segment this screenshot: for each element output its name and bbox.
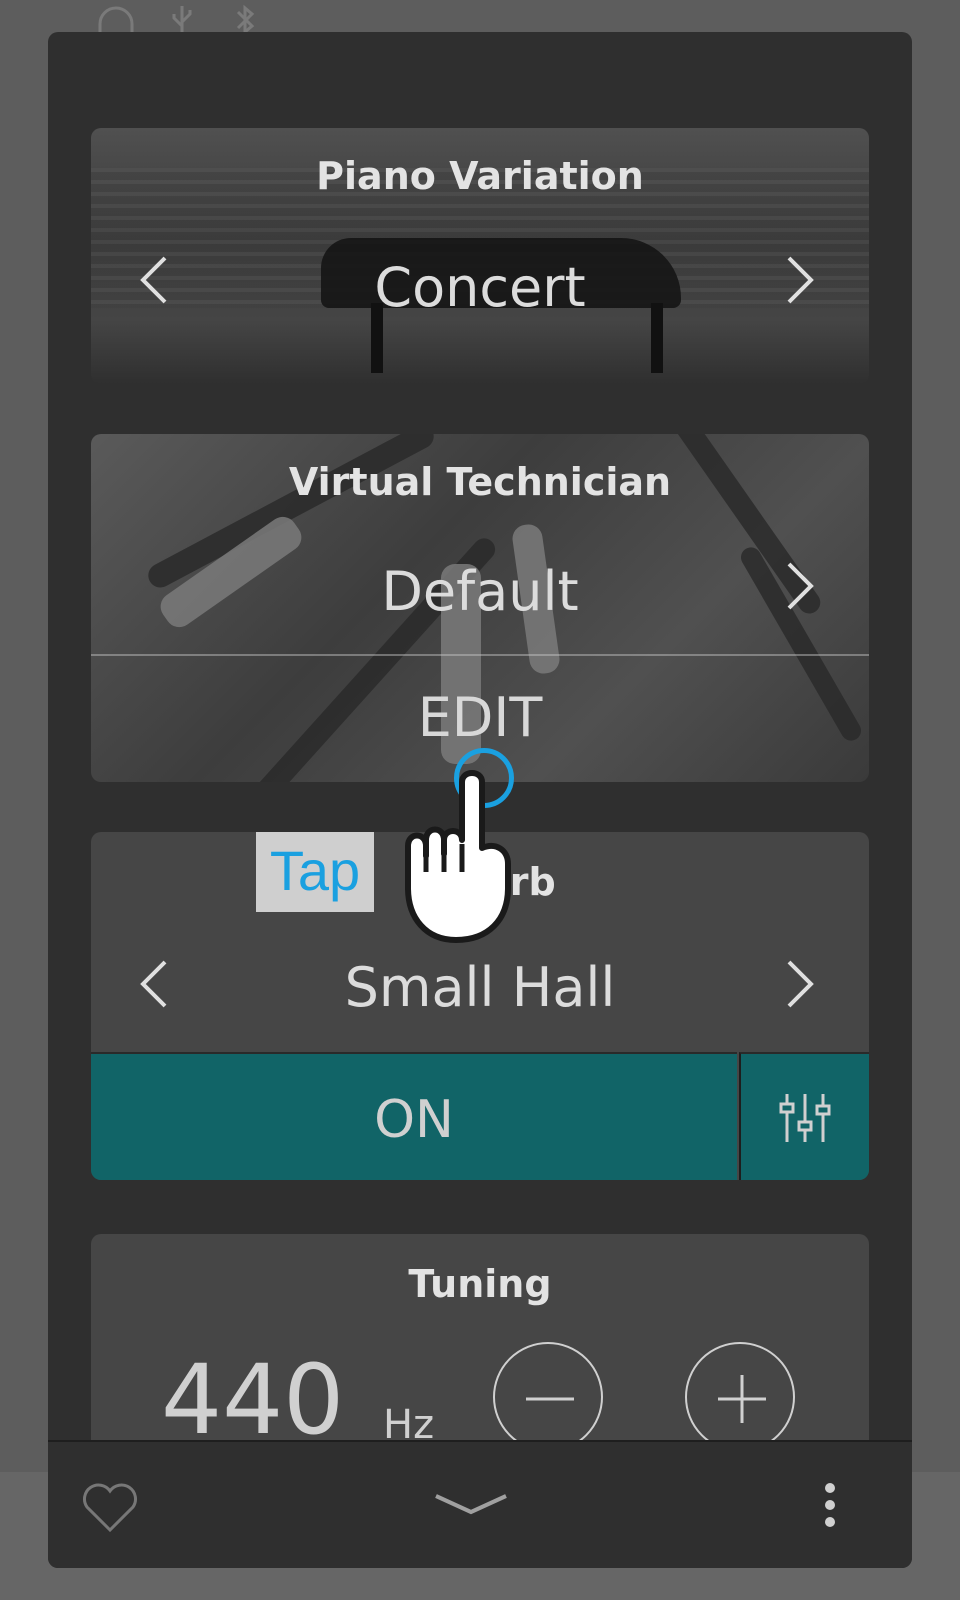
favorite-button[interactable] xyxy=(80,1480,140,1538)
tuning-value: 440 xyxy=(161,1344,345,1440)
piano-variation-card: Piano Variation Concert xyxy=(91,128,869,384)
chevron-right-icon xyxy=(787,256,814,304)
variation-next-button[interactable] xyxy=(781,252,821,308)
settings-scroll-area[interactable]: Piano Variation Concert Virtual Technici… xyxy=(48,32,912,1440)
variation-prev-button[interactable] xyxy=(133,252,173,308)
heart-icon xyxy=(82,1483,138,1533)
technician-next-button[interactable] xyxy=(781,558,821,614)
reverb-next-button[interactable] xyxy=(781,956,821,1012)
tuning-title: Tuning xyxy=(408,1262,552,1306)
reverb-settings-button[interactable] xyxy=(739,1052,869,1180)
piano-variation-value: Concert xyxy=(374,256,586,319)
tap-instruction-label: Tap xyxy=(269,839,361,902)
more-vertical-icon xyxy=(825,1483,835,1527)
tuning-increase-button[interactable] xyxy=(685,1342,795,1440)
sliders-icon xyxy=(779,1094,831,1142)
virtual-technician-value: Default xyxy=(381,560,579,623)
virtual-technician-card: Virtual Technician Default EDIT xyxy=(91,434,869,782)
reverb-prev-button[interactable] xyxy=(133,956,173,1012)
collapse-button[interactable] xyxy=(432,1490,510,1524)
chevron-right-icon xyxy=(787,960,814,1008)
tuning-decrease-button[interactable] xyxy=(493,1342,603,1440)
pointing-hand-icon xyxy=(405,770,511,943)
chevron-left-icon xyxy=(140,256,167,304)
piano-variation-title: Piano Variation xyxy=(316,154,644,198)
reverb-value: Small Hall xyxy=(344,956,616,1019)
reverb-toggle-label: ON xyxy=(374,1090,454,1150)
tuning-card: Tuning 440 Hz xyxy=(91,1234,869,1440)
tap-instruction: Tap xyxy=(256,832,374,912)
chevron-down-icon xyxy=(435,1494,507,1515)
chevron-right-icon xyxy=(787,562,814,610)
reverb-on-toggle[interactable]: ON xyxy=(91,1052,737,1180)
virtual-technician-title: Virtual Technician xyxy=(288,460,672,504)
bottom-bar xyxy=(48,1440,912,1568)
chevron-left-icon xyxy=(140,960,167,1008)
minus-icon xyxy=(526,1397,574,1401)
plus-icon xyxy=(718,1375,766,1423)
more-options-button[interactable] xyxy=(820,1482,840,1532)
edit-label: EDIT xyxy=(417,686,543,749)
tuning-unit: Hz xyxy=(383,1402,435,1440)
